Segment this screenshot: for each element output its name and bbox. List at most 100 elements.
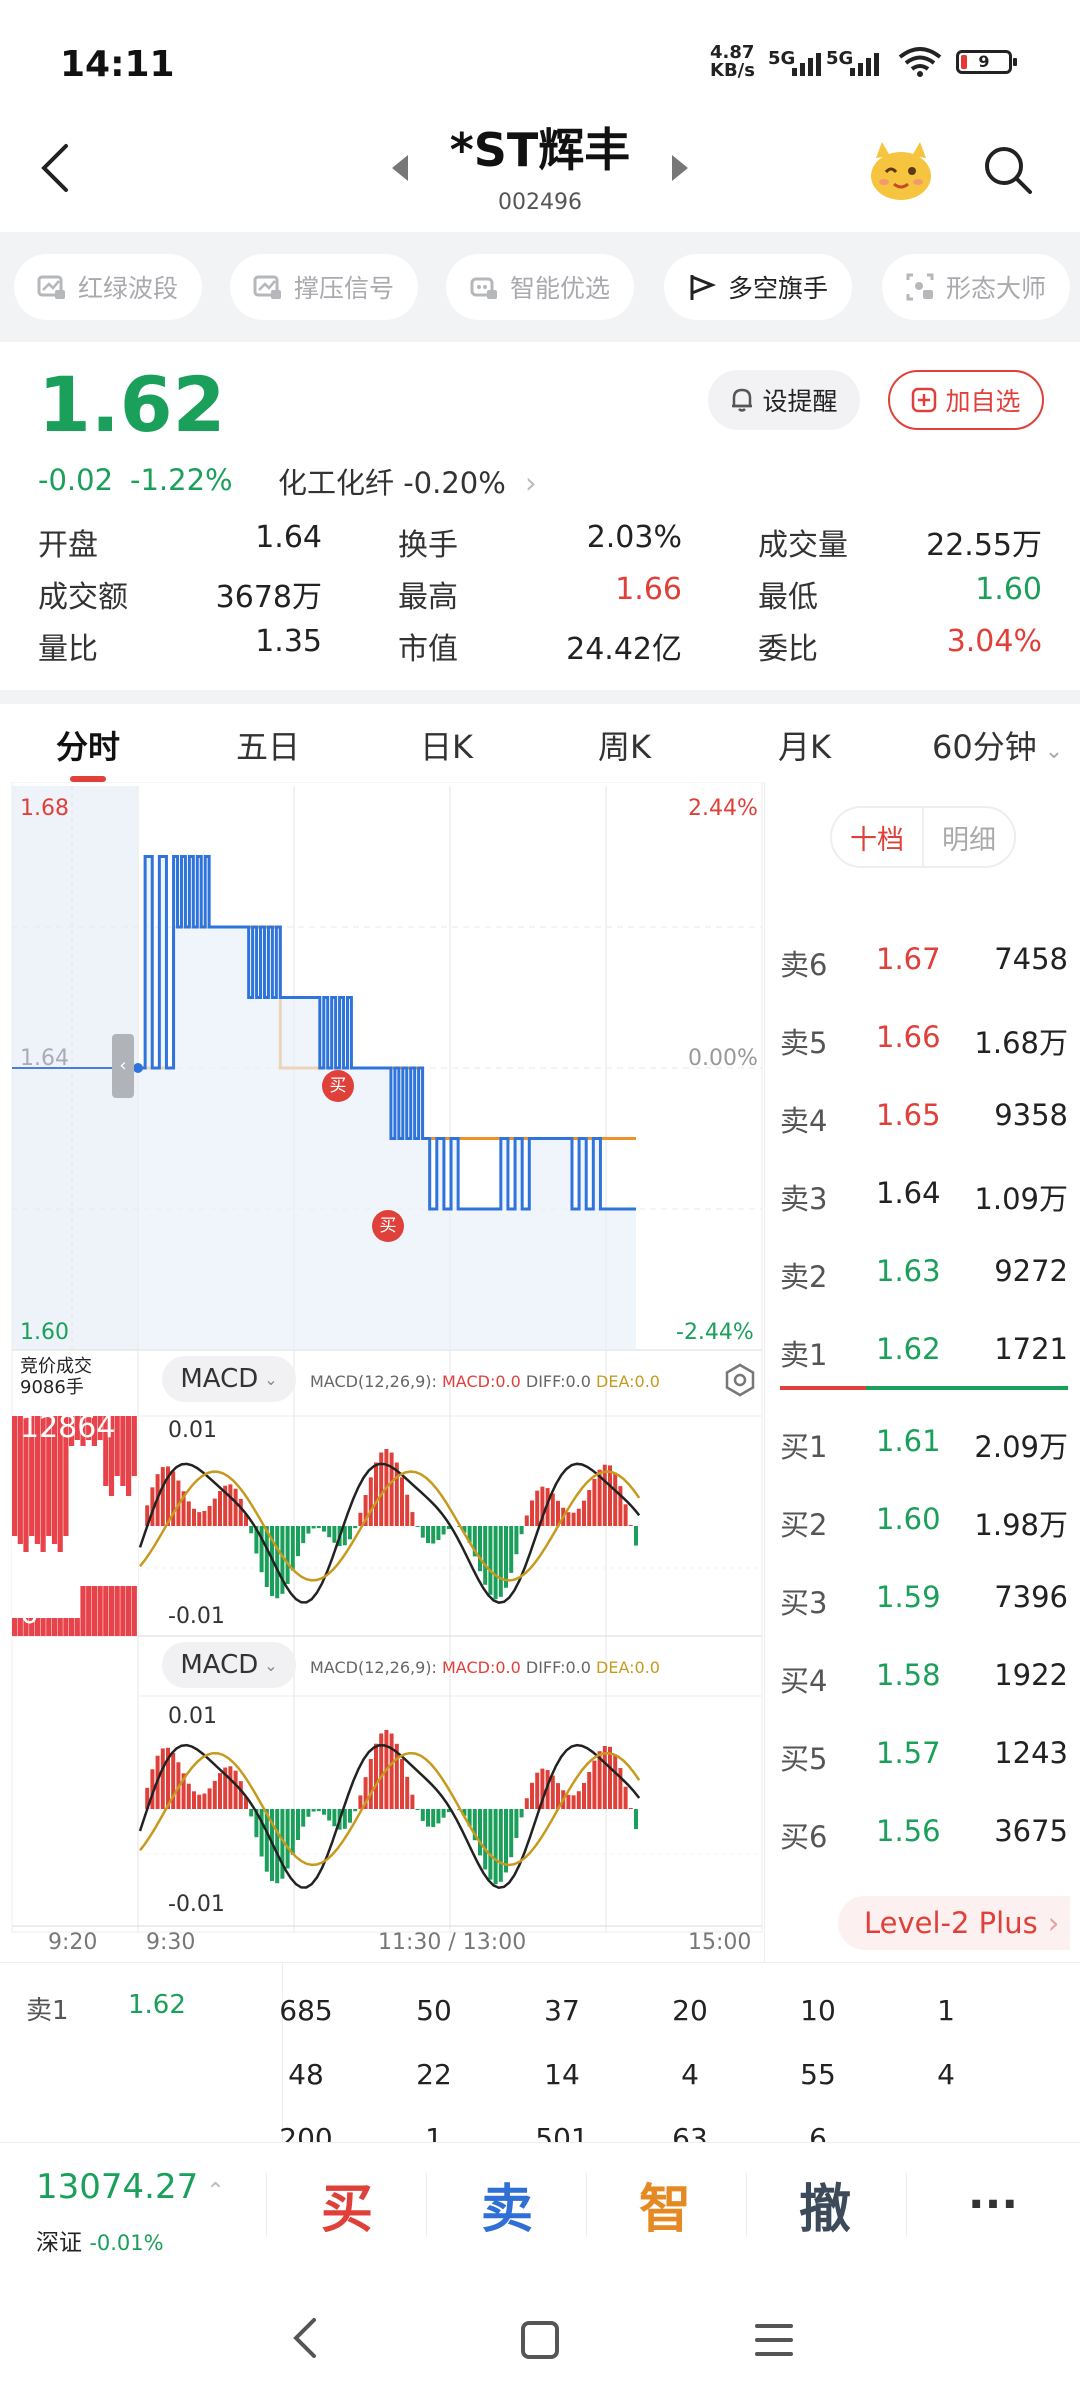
macd-bar (509, 1526, 514, 1573)
macd-bar (576, 1508, 581, 1526)
macd-bar (348, 1526, 352, 1540)
buy-button[interactable]: 买 (272, 2159, 422, 2249)
macd-bar (498, 1526, 503, 1597)
smart-button[interactable]: 智 (590, 2159, 740, 2249)
time-label: 15:00 (688, 1930, 752, 1955)
macd-bar (514, 1526, 519, 1555)
order-book-row[interactable]: 买6 1.56 3675 (780, 1800, 1068, 1860)
macd-bar (233, 1770, 238, 1809)
level2-plus-button[interactable]: Level-2 Plus › (838, 1896, 1070, 1950)
indicator-select-1[interactable]: MACD ⌄ (162, 1356, 296, 1402)
tool-long-short-flag[interactable]: 多空旗手 (664, 254, 852, 320)
level-price: 1.59 (876, 1580, 941, 1614)
macd-bar (483, 1809, 488, 1870)
macd-bar (431, 1526, 436, 1544)
tab-daily-k[interactable]: 日K (420, 722, 473, 768)
level-label: 卖2 (780, 1260, 828, 1294)
macd-bar (602, 1746, 607, 1809)
stat-value: 1.64 (255, 520, 322, 555)
intraday-chart[interactable] (0, 782, 770, 1942)
order-book-mode[interactable]: 十档 明细 (830, 806, 1016, 868)
collapse-handle-icon[interactable]: ‹ (112, 1034, 134, 1098)
settings-icon[interactable] (722, 1362, 758, 1398)
macd-bar (301, 1526, 306, 1544)
tab-monthly-k[interactable]: 月K (778, 722, 831, 768)
nav-back-icon[interactable] (290, 2316, 320, 2360)
macd-bar (618, 1768, 623, 1809)
macd-bar (618, 1486, 623, 1526)
level-label: 买4 (780, 1664, 828, 1698)
order-book-row[interactable]: 买5 1.57 1243 (780, 1722, 1068, 1782)
queue-cell: 4 (681, 2058, 699, 2091)
order-book-row[interactable]: 买3 1.59 7396 (780, 1566, 1068, 1626)
buy-signal-marker[interactable]: 买 (372, 1210, 404, 1242)
set-alert-button[interactable]: 设提醒 (708, 370, 860, 430)
tab-weekly-k[interactable]: 周K (598, 722, 651, 768)
level-volume: 9358 (994, 1098, 1068, 1132)
macd-bar (592, 1760, 597, 1809)
tool-smart-select[interactable]: 智能优选 (446, 254, 634, 320)
tab-ten-levels[interactable]: 十档 (832, 808, 924, 866)
macd-bar (353, 1809, 358, 1812)
index-name: 深证 -0.01% (36, 2230, 164, 2256)
price-change-pct: -1.22% (130, 463, 233, 497)
stat-value: 1.60 (975, 572, 1042, 607)
industry-link[interactable]: 化工化纤 -0.20% › (278, 460, 537, 502)
order-book-row[interactable]: 卖6 1.67 7458 (780, 928, 1068, 988)
stat-label: 量比 (38, 632, 98, 667)
next-stock-icon[interactable] (670, 153, 690, 183)
level-price: 1.61 (876, 1424, 941, 1458)
chevron-right-icon: › (525, 466, 537, 500)
order-book-row[interactable]: 买4 1.58 1922 (780, 1644, 1068, 1704)
stat-label: 委比 (758, 632, 818, 667)
level-volume: 1.09万 (974, 1182, 1068, 1216)
order-book-row[interactable]: 卖4 1.65 9358 (780, 1084, 1068, 1144)
tool-pattern-master[interactable]: 形态大师 (882, 254, 1070, 320)
indicator-select-2[interactable]: MACD ⌄ (162, 1642, 296, 1688)
mascot-icon[interactable] (866, 138, 936, 204)
cancel-order-button[interactable]: 撤 (750, 2159, 900, 2249)
level-volume: 3675 (994, 1814, 1068, 1848)
order-book-row[interactable]: 卖1 1.62 1721 (780, 1318, 1068, 1378)
macd-bar (530, 1500, 534, 1526)
tab-60min[interactable]: 60分钟 ⌄ (932, 722, 1063, 768)
order-book-row[interactable]: 卖2 1.63 9272 (780, 1240, 1068, 1300)
macd-bar (212, 1780, 217, 1809)
macd-bar (301, 1809, 306, 1827)
time-label: 11:30 / 13:00 (378, 1930, 527, 1955)
stat-value: 1.66 (615, 572, 682, 607)
add-watchlist-button[interactable]: 加自选 (888, 370, 1044, 430)
nav-menu-icon[interactable] (754, 2322, 794, 2358)
order-book-row[interactable]: 卖3 1.64 1.09万 (780, 1162, 1068, 1222)
signal-bars-2-icon (850, 46, 879, 76)
nav-home-icon[interactable] (520, 2320, 560, 2360)
tab-five-day[interactable]: 五日 (236, 722, 300, 768)
bell-icon (732, 388, 753, 412)
buy-signal-marker[interactable]: 买 (322, 1070, 354, 1102)
search-icon[interactable] (980, 142, 1036, 198)
stat-label: 市值 (398, 632, 458, 667)
auction-bar (69, 1618, 75, 1636)
sell-button[interactable]: 卖 (432, 2159, 582, 2249)
macd-axis-bottom-1: -0.01 (168, 1604, 225, 1629)
tab-intraday[interactable]: 分时 (56, 722, 120, 768)
order-book-row[interactable]: 买1 1.61 2.09万 (780, 1410, 1068, 1470)
macd-axis-top-2: 0.01 (168, 1704, 217, 1729)
level-volume: 9272 (994, 1254, 1068, 1288)
tab-trade-detail[interactable]: 明细 (924, 808, 1014, 866)
pct-axis-top: 2.44% (688, 796, 758, 821)
level-label: 卖3 (780, 1182, 828, 1216)
time-label: 9:30 (146, 1930, 196, 1955)
macd-bar (249, 1526, 254, 1534)
tool-red-green-wave[interactable]: 红绿波段 (14, 254, 202, 320)
index-ticker[interactable]: 13074.27 ⌃ (36, 2167, 225, 2207)
order-book-row[interactable]: 卖5 1.66 1.68万 (780, 1006, 1068, 1066)
order-book-row[interactable]: 买2 1.60 1.98万 (780, 1488, 1068, 1548)
tool-support-pressure[interactable]: 撑压信号 (230, 254, 418, 320)
more-button[interactable]: ··· (918, 2159, 1068, 2249)
macd-bar (571, 1512, 576, 1526)
auction-bar (91, 1586, 97, 1636)
macd-bar (592, 1478, 597, 1526)
macd-bar (259, 1809, 264, 1857)
level-price: 1.58 (876, 1658, 941, 1692)
